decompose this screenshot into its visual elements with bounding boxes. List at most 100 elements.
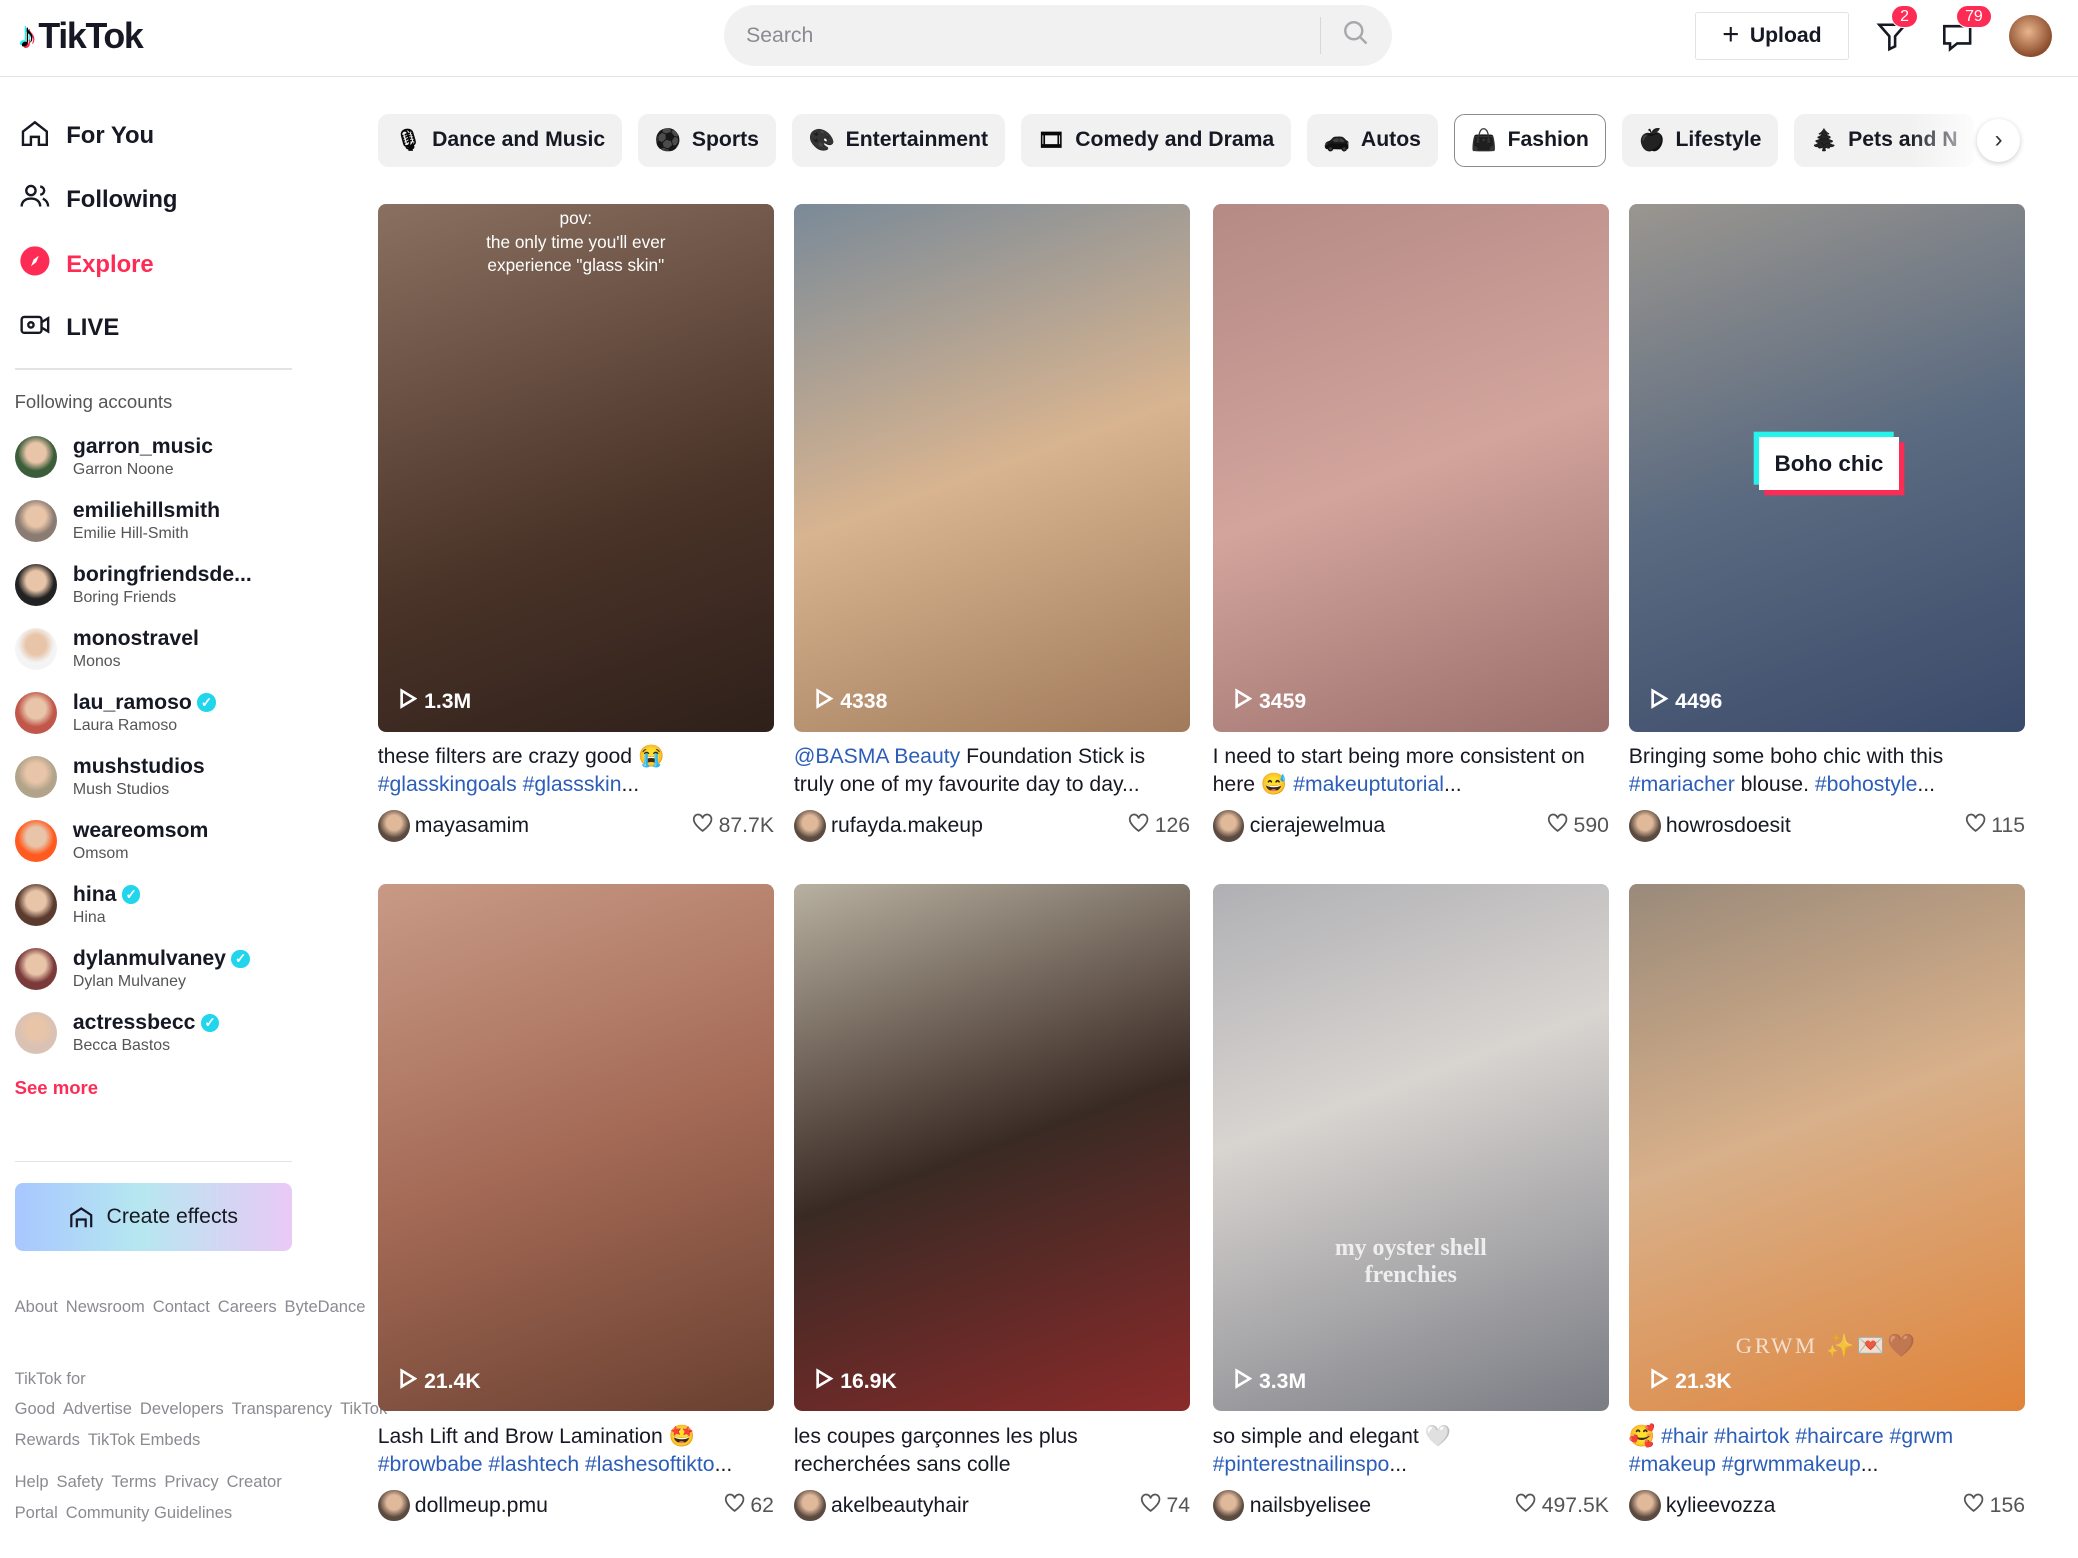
tab-entertainment[interactable]: 🎨 Entertainment: [791, 113, 1005, 167]
video-card[interactable]: 4338 @BASMA Beauty Foundation Stick is tr…: [793, 204, 1191, 842]
create-effects-button[interactable]: Create effects: [14, 1183, 292, 1252]
following-account[interactable]: hina ✓ Hina: [14, 883, 300, 928]
following-account[interactable]: garron_music Garron Noone: [14, 435, 300, 480]
video-caption[interactable]: 🥰 #hair #hairtok #haircare #grwm #makeup…: [1629, 1423, 2025, 1479]
author-username[interactable]: nailsbyelisee: [1250, 1494, 1371, 1518]
video-thumbnail[interactable]: 21.4K: [377, 883, 774, 1412]
caption-text: ...: [1917, 773, 1936, 797]
video-card[interactable]: 21.4K Lash Lift and Brow Lamination 🤩 #br…: [377, 883, 774, 1522]
author-avatar[interactable]: [377, 809, 410, 842]
author-avatar[interactable]: [377, 1489, 410, 1522]
inbox-button[interactable]: 2: [1875, 5, 1918, 53]
video-card[interactable]: Boho chic 4496 Bringing some boho chic wit…: [1628, 204, 2026, 842]
footer-link[interactable]: Terms: [111, 1472, 156, 1491]
video-thumbnail[interactable]: GRWM ✨💌🤎 21.3K: [1628, 883, 2026, 1412]
hashtag-link[interactable]: #hair #hairtok #haircare #grwm #makeup #…: [1629, 1425, 1953, 1476]
video-caption[interactable]: so simple and elegant 🤍 #pinterestnailin…: [1213, 1423, 1609, 1479]
following-account[interactable]: emiliehillsmith Emilie Hill-Smith: [14, 499, 300, 544]
video-caption[interactable]: Lash Lift and Brow Lamination 🤩 #browbab…: [378, 1423, 774, 1479]
author-username[interactable]: kylieevozza: [1666, 1494, 1776, 1518]
tiktok-logo[interactable]: ♪ TikTok: [19, 16, 144, 57]
hashtag-link[interactable]: #mariacher: [1629, 773, 1735, 796]
see-more-link[interactable]: See more: [15, 1077, 99, 1099]
account-name: Garron Noone: [72, 461, 174, 479]
sidebar-item-for-you[interactable]: For You: [19, 117, 154, 156]
video-card[interactable]: 16.9K les coupes garçonnes les plus reche…: [793, 883, 1191, 1522]
author-avatar[interactable]: [793, 809, 826, 842]
author-avatar[interactable]: [1212, 809, 1245, 842]
footer-link[interactable]: Community Guidelines: [66, 1503, 232, 1522]
account-username: weareomsom: [73, 819, 208, 843]
author-username[interactable]: dollmeup.pmu: [415, 1494, 548, 1518]
following-account[interactable]: weareomsom Omsom: [14, 819, 300, 864]
hashtag-link[interactable]: #pinterestnailinspo: [1213, 1453, 1390, 1476]
search-input[interactable]: [723, 23, 1320, 48]
video-caption[interactable]: @BASMA Beauty Foundation Stick is truly …: [794, 743, 1190, 799]
video-caption[interactable]: Bringing some boho chic with this #maria…: [1629, 743, 2025, 799]
messages-button[interactable]: 79: [1940, 5, 1992, 53]
author-username[interactable]: howrosdoesit: [1666, 814, 1791, 838]
footer-link[interactable]: Transparency: [232, 1399, 333, 1418]
hashtag-link[interactable]: #glasskingoals #glassskin: [378, 773, 622, 796]
like-count: 115: [1965, 813, 2025, 839]
following-account[interactable]: dylanmulvaney ✓ Dylan Mulvaney: [14, 947, 300, 992]
author-avatar[interactable]: [1628, 809, 1661, 842]
sidebar-item-following[interactable]: Following: [19, 180, 177, 219]
author-username[interactable]: akelbeautyhair: [831, 1494, 969, 1518]
author-avatar[interactable]: [793, 1489, 826, 1522]
footer-link[interactable]: Contact: [153, 1297, 210, 1316]
tab-dance-and-music[interactable]: 🎙 Dance and Music: [377, 113, 623, 167]
author-username[interactable]: cierajewelmua: [1250, 814, 1385, 838]
following-account[interactable]: monostravel Monos: [14, 627, 300, 672]
account-username: mushstudios: [73, 755, 205, 779]
footer-link[interactable]: TikTok Embeds: [88, 1430, 201, 1449]
tab-comedy-and-drama[interactable]: 🎞 Comedy and Drama: [1020, 113, 1292, 167]
tab-fashion[interactable]: 👜 Fashion: [1453, 113, 1606, 167]
tab-sports[interactable]: ⚽ Sports: [637, 113, 776, 167]
video-caption[interactable]: I need to start being more consistent on…: [1213, 743, 1609, 799]
next-categories-button[interactable]: ›: [1977, 119, 2020, 162]
footer-link[interactable]: Privacy: [164, 1472, 218, 1491]
author-avatar[interactable]: [1212, 1489, 1245, 1522]
author-username[interactable]: rufayda.makeup: [831, 814, 983, 838]
footer-link[interactable]: Safety: [57, 1472, 104, 1491]
video-thumbnail[interactable]: 16.9K: [793, 883, 1191, 1412]
search-icon[interactable]: [1321, 18, 1390, 53]
footer-link[interactable]: ByteDance: [285, 1297, 366, 1316]
sidebar-item-explore[interactable]: Explore: [19, 245, 154, 284]
video-caption[interactable]: these filters are crazy good 😭 #glasskin…: [378, 743, 774, 799]
upload-button[interactable]: + Upload: [1695, 11, 1849, 60]
video-card[interactable]: 3459 I need to start being more consisten…: [1212, 204, 1609, 842]
hashtag-link[interactable]: #bohostyle: [1815, 773, 1917, 796]
footer-link[interactable]: Careers: [218, 1297, 277, 1316]
hashtag-link[interactable]: @BASMA Beauty: [794, 745, 960, 768]
following-account[interactable]: mushstudios Mush Studios: [14, 755, 300, 800]
hashtag-link[interactable]: #browbabe #lashtech #lashesoftikto: [378, 1453, 715, 1476]
account-name: Emilie Hill-Smith: [72, 525, 189, 543]
author-username[interactable]: mayasamim: [415, 814, 529, 838]
tab-lifestyle[interactable]: 🍎 Lifestyle: [1621, 113, 1779, 167]
video-thumbnail[interactable]: 4338: [793, 204, 1191, 732]
footer-link[interactable]: Newsroom: [66, 1297, 145, 1316]
sidebar-item-live[interactable]: LIVE: [19, 309, 119, 348]
video-thumbnail[interactable]: pov: the only time you'll ever experienc…: [377, 204, 774, 732]
following-account[interactable]: actressbecc ✓ Becca Bastos: [14, 1011, 300, 1056]
video-card[interactable]: my oyster shell frenchies 3.3M so simple a…: [1212, 883, 1609, 1522]
author-avatar[interactable]: [1628, 1489, 1661, 1522]
footer-link[interactable]: About: [15, 1297, 58, 1316]
following-account[interactable]: lau_ramoso ✓ Laura Ramoso: [14, 691, 300, 736]
profile-avatar[interactable]: [2009, 14, 2052, 57]
footer-link[interactable]: Help: [15, 1472, 49, 1491]
tab-autos[interactable]: 🚗 Autos: [1307, 113, 1438, 167]
footer-link[interactable]: Advertise: [63, 1399, 132, 1418]
video-thumbnail[interactable]: my oyster shell frenchies 3.3M: [1212, 883, 1609, 1412]
heart-icon: [1965, 813, 1986, 839]
video-caption[interactable]: les coupes garçonnes les plus recherchée…: [794, 1423, 1190, 1479]
video-thumbnail[interactable]: Boho chic 4496: [1628, 204, 2026, 732]
video-card[interactable]: pov: the only time you'll ever experienc…: [377, 204, 774, 842]
following-account[interactable]: boringfriendsde... Boring Friends: [14, 563, 300, 608]
video-card[interactable]: GRWM ✨💌🤎 21.3K 🥰 #hair #hairtok #haircare …: [1628, 883, 2026, 1522]
footer-link[interactable]: Developers: [140, 1399, 224, 1418]
hashtag-link[interactable]: #makeuptutorial: [1293, 773, 1444, 796]
video-thumbnail[interactable]: 3459: [1212, 204, 1609, 732]
